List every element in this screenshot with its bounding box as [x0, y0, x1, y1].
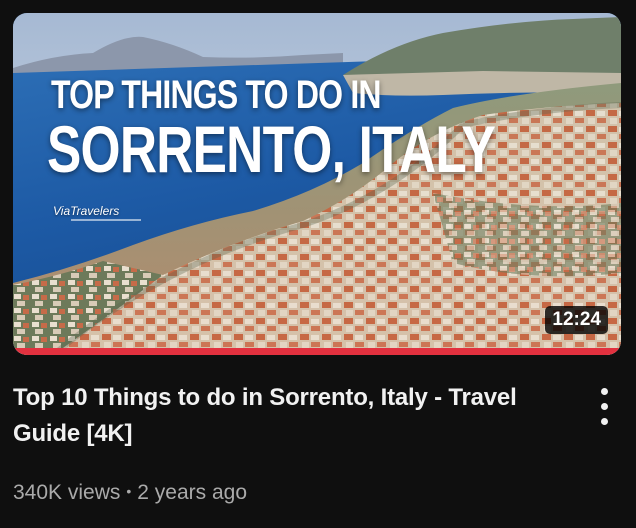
- video-title[interactable]: Top 10 Things to do in Sorrento, Italy -…: [13, 380, 573, 452]
- duration-badge: 12:24: [545, 306, 608, 334]
- watch-progress-fill: [13, 348, 621, 355]
- more-options-button[interactable]: [588, 380, 622, 434]
- more-vert-icon-dot-bottom: [601, 418, 608, 425]
- video-metadata: 340K views • 2 years ago: [13, 477, 247, 507]
- channel-logo-watermark: ViaTravelers: [53, 204, 120, 218]
- meta-separator: •: [126, 483, 132, 499]
- more-vert-icon-dot-top: [601, 388, 608, 395]
- thumbnail-overlay-line-2: SORRENTO, ITALY: [47, 112, 496, 186]
- upload-age: 2 years ago: [137, 481, 248, 504]
- more-vert-icon-dot-middle: [601, 403, 608, 410]
- channel-logo-underline: [71, 219, 141, 221]
- watch-progress-bar: [13, 348, 621, 355]
- video-card[interactable]: TOP THINGS TO DO IN SORRENTO, ITALY ViaT…: [0, 0, 636, 528]
- video-thumbnail[interactable]: TOP THINGS TO DO IN SORRENTO, ITALY ViaT…: [13, 13, 621, 355]
- view-count: 340K views: [13, 481, 121, 504]
